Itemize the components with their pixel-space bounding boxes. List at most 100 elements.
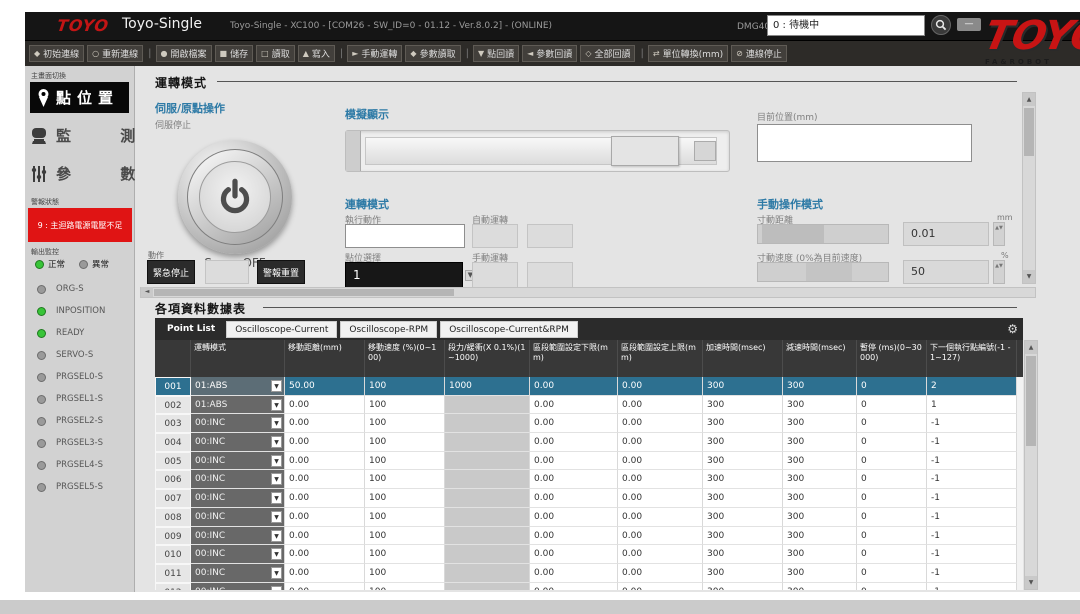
toolbar-button[interactable]: ◆初始連線 <box>29 45 84 62</box>
chevron-down-icon[interactable]: ▼ <box>271 417 282 429</box>
chevron-down-icon[interactable]: ▼ <box>271 436 282 448</box>
table-row[interactable]: 00101:ABS▼50.0010010000.000.0030030002 <box>155 377 1023 396</box>
table-scrollbar-thumb[interactable] <box>1026 356 1036 446</box>
toolbar-button[interactable]: ◇全部回讀 <box>580 45 635 62</box>
chevron-down-icon[interactable]: ▼ <box>271 380 282 392</box>
table-row[interactable]: 00201:ABS▼0.001000.000.0030030001 <box>155 396 1023 415</box>
decel-cell: 300 <box>783 377 857 396</box>
table-row[interactable]: 00500:INC▼0.001000.000.003003000-1 <box>155 452 1023 471</box>
mode-dropdown-cell[interactable]: 00:INC▼ <box>191 527 285 546</box>
manual-run-rev-button-disabled[interactable] <box>527 262 573 288</box>
chevron-down-icon[interactable]: ▼ <box>271 567 282 579</box>
mode-dropdown-cell[interactable]: 00:INC▼ <box>191 508 285 527</box>
table-row[interactable]: 01200:INC▼0.001000.000.003003000-1 <box>155 583 1023 590</box>
toolbar-button[interactable]: ◆參數讀取 <box>405 45 460 62</box>
row-number-cell: 006 <box>155 470 191 489</box>
minimize-button[interactable]: — <box>957 18 981 31</box>
panel-scrollbar-thumb[interactable] <box>1024 108 1034 156</box>
auto-run-start-button-disabled[interactable] <box>472 224 518 248</box>
status-combobox[interactable]: 0 : 待機中 <box>767 15 925 36</box>
jog-speed-slider[interactable] <box>757 262 889 282</box>
toolbar-button[interactable]: ▼點回讀 <box>473 45 519 62</box>
scroll-down-icon[interactable]: ▼ <box>1025 576 1037 589</box>
home-return-button-disabled[interactable] <box>205 260 249 284</box>
jog-distance-slider-thumb[interactable] <box>762 225 824 243</box>
toolbar-button[interactable]: ●開啟檔案 <box>156 45 212 62</box>
power-button-face <box>199 161 271 233</box>
sidebar-item-parameters[interactable]: 參 數 <box>30 158 129 189</box>
mode-dropdown-cell[interactable]: 00:INC▼ <box>191 414 285 433</box>
mode-dropdown-cell[interactable]: 00:INC▼ <box>191 433 285 452</box>
toolbar-button[interactable]: □讀取 <box>256 45 295 62</box>
toolbar-button[interactable]: ⊘連線停止 <box>731 45 787 62</box>
emergency-stop-button[interactable]: 緊急停止 <box>147 260 195 284</box>
tab-oscilloscope-current[interactable]: Oscilloscope-Current <box>226 321 337 338</box>
search-button[interactable] <box>931 15 951 35</box>
sidebar-item-monitor[interactable]: 監 測 <box>30 120 129 151</box>
speed-cell: 100 <box>365 470 445 489</box>
panel-scrollbar[interactable]: ▲ ▼ <box>1022 92 1036 284</box>
column-header: 運轉模式 <box>191 340 285 377</box>
scroll-left-icon[interactable]: ◄ <box>141 287 153 297</box>
table-row[interactable]: 00600:INC▼0.001000.000.003003000-1 <box>155 470 1023 489</box>
scroll-up-icon[interactable]: ▲ <box>1023 93 1035 106</box>
dist-cell: 0.00 <box>285 583 365 590</box>
mode-dropdown-cell[interactable]: 00:INC▼ <box>191 470 285 489</box>
chevron-down-icon[interactable]: ▼ <box>271 473 282 485</box>
jog-distance-stepper[interactable]: ▲▼ <box>993 222 1005 246</box>
toolbar-button[interactable]: ○重新連線 <box>87 45 143 62</box>
servo-power-button[interactable] <box>178 140 292 254</box>
panel-hscrollbar-thumb[interactable] <box>154 289 454 296</box>
dist-cell: 0.00 <box>285 564 365 583</box>
chevron-down-icon[interactable]: ▼ <box>271 492 282 504</box>
table-row[interactable]: 00800:INC▼0.001000.000.003003000-1 <box>155 508 1023 527</box>
tab-oscilloscope-rpm[interactable]: Oscilloscope-RPM <box>340 321 437 338</box>
exec-action-field[interactable] <box>345 224 465 248</box>
mode-dropdown-cell[interactable]: 00:INC▼ <box>191 452 285 471</box>
manual-run-fwd-button-disabled[interactable] <box>472 262 518 288</box>
toolbar-button[interactable]: ▲寫入 <box>298 45 335 62</box>
point-select-dropdown[interactable]: 1 ▼ <box>345 262 463 288</box>
table-row[interactable]: 00700:INC▼0.001000.000.003003000-1 <box>155 489 1023 508</box>
current-position-field[interactable] <box>757 124 972 162</box>
status-name: PRGSEL4-S <box>56 460 103 470</box>
chevron-down-icon[interactable]: ▼ <box>271 586 282 590</box>
sidebar-item-point-position[interactable]: 點位置 <box>30 82 129 113</box>
mode-dropdown-cell[interactable]: 00:INC▼ <box>191 545 285 564</box>
table-row[interactable]: 00900:INC▼0.001000.000.003003000-1 <box>155 527 1023 546</box>
toolbar-separator: | <box>640 48 643 59</box>
mode-dropdown-cell[interactable]: 00:INC▼ <box>191 564 285 583</box>
chevron-down-icon[interactable]: ▼ <box>271 548 282 560</box>
tab-oscilloscope-current-rpm[interactable]: Oscilloscope-Current&RPM <box>440 321 578 338</box>
mode-dropdown-cell[interactable]: 00:INC▼ <box>191 489 285 508</box>
auto-run-stop-button-disabled[interactable] <box>527 224 573 248</box>
servo-status-text: 伺服停止 <box>155 118 191 131</box>
panel-hscrollbar[interactable]: ◄ <box>140 287 1036 298</box>
tab-point-list[interactable]: Point List <box>159 321 223 338</box>
table-scrollbar[interactable]: ▲ ▼ <box>1024 340 1038 590</box>
table-row[interactable]: 01100:INC▼0.001000.000.003003000-1 <box>155 564 1023 583</box>
chevron-down-icon[interactable]: ▼ <box>271 455 282 467</box>
chevron-down-icon[interactable]: ▼ <box>271 530 282 542</box>
scroll-down-icon[interactable]: ▼ <box>1023 270 1035 283</box>
mode-dropdown-cell[interactable]: 01:ABS▼ <box>191 396 285 415</box>
toolbar-button[interactable]: ⇄單位轉換(mm) <box>648 45 728 62</box>
chevron-down-icon[interactable]: ▼ <box>271 511 282 523</box>
alarm-reset-button[interactable]: 警報重置 <box>257 260 305 284</box>
scroll-up-icon[interactable]: ▲ <box>1025 341 1037 354</box>
jog-distance-value[interactable]: 0.01 <box>903 222 989 246</box>
table-row[interactable]: 00300:INC▼0.001000.000.003003000-1 <box>155 414 1023 433</box>
table-row[interactable]: 00400:INC▼0.001000.000.003003000-1 <box>155 433 1023 452</box>
chevron-down-icon[interactable]: ▼ <box>271 399 282 411</box>
mode-dropdown-cell[interactable]: 00:INC▼ <box>191 583 285 590</box>
jog-speed-value[interactable]: 50 <box>903 260 989 284</box>
jog-speed-stepper[interactable]: ▲▼ <box>993 260 1005 284</box>
gear-icon[interactable]: ⚙ <box>1007 321 1018 337</box>
mode-dropdown-cell[interactable]: 01:ABS▼ <box>191 377 285 396</box>
table-row[interactable]: 01000:INC▼0.001000.000.003003000-1 <box>155 545 1023 564</box>
jog-speed-slider-thumb[interactable] <box>806 263 852 281</box>
jog-distance-slider[interactable] <box>757 224 889 244</box>
toolbar-button[interactable]: ►手動運轉 <box>347 45 402 62</box>
toolbar-button[interactable]: ■儲存 <box>215 45 254 62</box>
toolbar-button[interactable]: ◄參數回讀 <box>522 45 577 62</box>
